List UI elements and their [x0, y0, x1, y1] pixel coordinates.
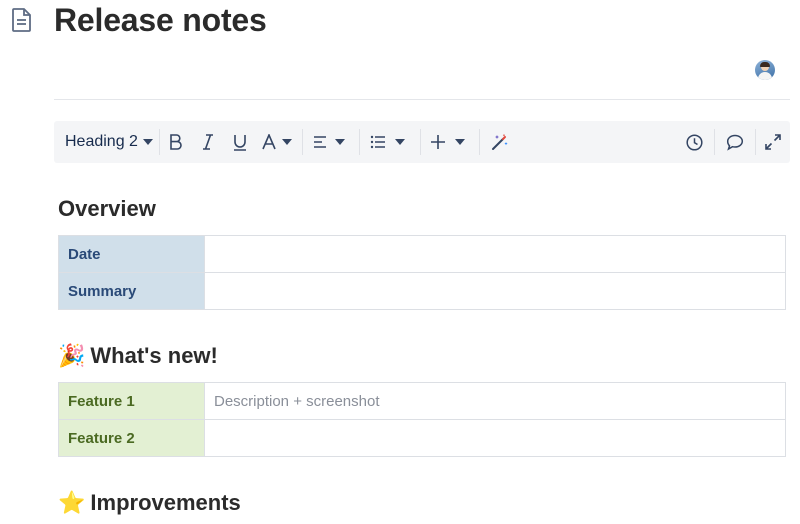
plus-icon	[430, 135, 445, 149]
text-color-button[interactable]	[256, 127, 298, 157]
editor-toolbar: Heading 2	[54, 121, 790, 163]
whats-new-heading-text: What's new!	[90, 343, 218, 368]
fullscreen-button[interactable]	[756, 127, 790, 157]
chevron-down-icon	[142, 139, 153, 145]
overview-table: Date Summary	[58, 235, 786, 310]
whats-new-heading[interactable]: 🎉 What's new!	[58, 343, 218, 369]
table-row: Date	[58, 235, 786, 273]
party-popper-icon: 🎉	[58, 343, 86, 369]
table-cell-value[interactable]: Description + screenshot	[204, 382, 786, 420]
whats-new-table: Feature 1 Description + screenshot Featu…	[58, 382, 786, 457]
underline-icon	[233, 134, 246, 151]
heading-style-label: Heading 2	[65, 133, 138, 150]
improvements-heading-text: Improvements	[90, 490, 241, 515]
table-row: Feature 1 Description + screenshot	[58, 382, 786, 420]
italic-icon	[202, 134, 213, 150]
overview-heading-text: Overview	[58, 196, 156, 221]
insert-button[interactable]	[421, 127, 475, 157]
table-cell-label[interactable]: Summary	[58, 272, 205, 310]
page-title[interactable]: Release notes	[54, 2, 267, 39]
history-button[interactable]	[674, 127, 714, 157]
table-cell-value[interactable]	[204, 235, 786, 273]
heading-style-select[interactable]: Heading 2	[54, 127, 159, 157]
expand-icon	[765, 134, 781, 150]
table-cell-label[interactable]: Feature 1	[58, 382, 205, 420]
star-icon: ⭐	[58, 490, 86, 516]
text-color-icon	[262, 134, 276, 150]
ai-magic-button[interactable]	[480, 127, 520, 157]
list-button[interactable]	[360, 127, 416, 157]
improvements-heading[interactable]: ⭐ Improvements	[58, 490, 241, 516]
bold-icon	[170, 134, 182, 150]
comment-icon	[726, 134, 744, 151]
chevron-down-icon	[395, 139, 406, 145]
table-cell-label[interactable]: Feature 2	[58, 419, 205, 457]
italic-button[interactable]	[192, 127, 224, 157]
table-cell-value[interactable]	[204, 272, 786, 310]
user-avatar[interactable]	[755, 60, 775, 80]
bold-button[interactable]	[160, 127, 192, 157]
comment-button[interactable]	[715, 127, 755, 157]
underline-button[interactable]	[224, 127, 256, 157]
table-row: Feature 2	[58, 419, 786, 457]
chevron-down-icon	[454, 139, 465, 145]
table-cell-value[interactable]	[204, 419, 786, 457]
alignment-button[interactable]	[303, 127, 355, 157]
bullet-list-icon	[371, 135, 386, 149]
clock-icon	[685, 133, 703, 151]
align-left-icon	[313, 136, 326, 148]
chevron-down-icon	[334, 139, 345, 145]
table-cell-label[interactable]: Date	[58, 235, 205, 273]
overview-heading[interactable]: Overview	[58, 196, 156, 222]
chevron-down-icon	[281, 139, 292, 145]
magic-wand-icon	[491, 134, 508, 150]
table-row: Summary	[58, 272, 786, 310]
page-icon	[10, 7, 34, 33]
title-divider	[54, 99, 790, 100]
